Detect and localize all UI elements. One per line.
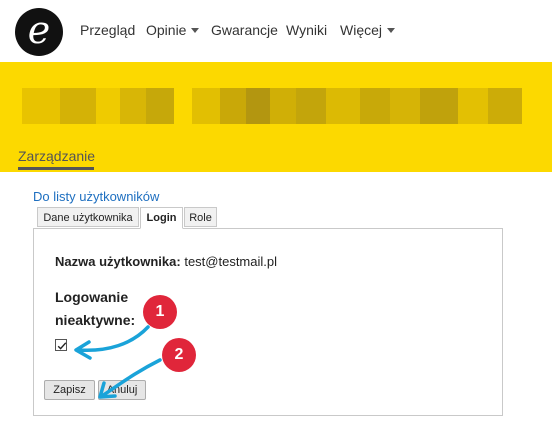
tab-login[interactable]: Login <box>140 207 183 229</box>
annotation-badge-1: 1 <box>143 295 177 329</box>
annotation-badge-2: 2 <box>162 338 196 372</box>
annotation-arrows <box>74 325 162 399</box>
